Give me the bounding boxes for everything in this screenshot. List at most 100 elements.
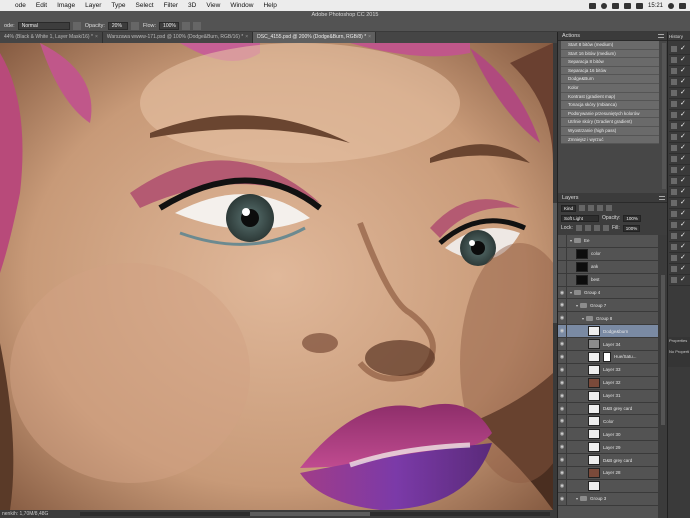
history-step[interactable]: ✓ — [669, 154, 690, 165]
layer-thumbnail[interactable] — [588, 326, 600, 337]
layer-row[interactable]: ◉ ▾ Group 3 — [558, 492, 658, 506]
visibility-eye-icon[interactable] — [558, 273, 567, 286]
history-step[interactable]: ✓ — [669, 176, 690, 187]
layer-filter-kind[interactable]: Kind — [561, 204, 577, 212]
layer-row[interactable]: ◉ D&B grey card — [558, 454, 658, 468]
visibility-eye-icon[interactable]: ◉ — [558, 479, 567, 492]
mode-select[interactable]: Normal — [17, 22, 70, 30]
history-step[interactable]: ✓ — [669, 231, 690, 242]
action-item[interactable]: Separacja 16 bitów — [561, 66, 659, 76]
volume-icon[interactable] — [623, 2, 631, 9]
wifi-icon[interactable] — [611, 2, 619, 9]
visibility-eye-icon[interactable]: ◉ — [558, 492, 567, 505]
fill-field[interactable]: 100% — [622, 224, 641, 232]
expand-caret-icon[interactable]: ▾ — [576, 303, 578, 308]
flow-field[interactable]: 100% — [159, 22, 180, 30]
mode-swatch-icon[interactable] — [72, 22, 81, 30]
panel-menu-icon[interactable] — [659, 196, 665, 200]
filter-type-icon[interactable] — [597, 205, 604, 211]
menu-layer[interactable]: Layer — [80, 0, 106, 11]
lock-pixels-icon[interactable] — [584, 225, 591, 231]
layer-row[interactable]: ◉ Layer 32 — [558, 376, 658, 390]
layer-thumbnail[interactable] — [588, 429, 600, 440]
layer-thumbnail[interactable] — [588, 403, 600, 414]
layer-row[interactable]: ank — [558, 260, 658, 274]
layer-row[interactable]: ◉ Layer 34 — [558, 338, 658, 352]
history-step[interactable]: ✓ — [669, 264, 690, 275]
history-step[interactable]: ✓ — [669, 275, 690, 286]
action-item[interactable]: Start 8 bitów (medium) — [561, 41, 659, 50]
layer-row[interactable]: ◉ Layer 31 — [558, 389, 658, 403]
layer-thumbnail[interactable] — [588, 455, 600, 466]
history-step[interactable]: ✓ — [669, 77, 690, 88]
history-step[interactable]: ✓ — [669, 132, 690, 143]
lock-position-icon[interactable] — [593, 225, 600, 231]
close-icon[interactable]: × — [95, 34, 98, 40]
visibility-eye-icon[interactable]: ◉ — [558, 338, 567, 351]
blend-mode-select[interactable]: Soft Light — [561, 214, 599, 222]
battery-icon[interactable] — [635, 2, 643, 9]
history-step[interactable]: ✓ — [669, 253, 690, 264]
visibility-eye-icon[interactable]: ◉ — [558, 454, 567, 467]
spotlight-icon[interactable] — [668, 2, 674, 9]
history-step[interactable]: ✓ — [669, 44, 690, 55]
history-step[interactable]: ✓ — [669, 198, 690, 209]
layer-thumbnail[interactable] — [588, 442, 600, 453]
history-panel-title[interactable]: History — [668, 32, 690, 41]
layer-row[interactable]: ◉ D&B grey card — [558, 402, 658, 416]
history-step[interactable]: ✓ — [669, 99, 690, 110]
layer-opacity-field[interactable]: 100% — [623, 214, 641, 222]
lock-transparent-icon[interactable] — [575, 225, 582, 231]
layer-thumbnail[interactable] — [588, 364, 600, 375]
layer-row[interactable]: ◉ Layer 28 — [558, 466, 658, 480]
menu-3d[interactable]: 3D — [183, 0, 201, 11]
layer-thumbnail[interactable] — [588, 416, 600, 427]
layer-thumbnail[interactable] — [588, 390, 600, 401]
visibility-eye-icon[interactable] — [558, 247, 567, 260]
history-step[interactable]: ✓ — [669, 88, 690, 99]
menu-image[interactable]: Image — [52, 0, 80, 11]
action-item[interactable]: Start 16 bitów (medium) — [561, 49, 659, 59]
action-item[interactable]: Zmniejsz i wyrzuć — [561, 135, 659, 145]
expand-caret-icon[interactable]: ▾ — [570, 238, 572, 243]
layers-scroll-thumb[interactable] — [661, 275, 665, 425]
visibility-eye-icon[interactable]: ◉ — [558, 376, 567, 389]
history-step[interactable]: ✓ — [669, 209, 690, 220]
layer-thumbnail[interactable] — [588, 480, 600, 491]
layer-thumbnail[interactable] — [576, 274, 588, 285]
visibility-eye-icon[interactable]: ◉ — [558, 312, 567, 325]
history-step[interactable]: ✓ — [669, 110, 690, 121]
actions-scrollbar[interactable] — [662, 43, 666, 189]
close-icon[interactable]: × — [245, 34, 248, 40]
menu-type[interactable]: Type — [106, 0, 130, 11]
visibility-eye-icon[interactable]: ◉ — [558, 299, 567, 312]
filter-shape-icon[interactable] — [606, 205, 613, 211]
visibility-eye-icon[interactable]: ◉ — [558, 428, 567, 441]
layer-row[interactable]: ◉ — [558, 479, 658, 493]
expand-caret-icon[interactable]: ▾ — [582, 316, 584, 321]
properties-panel-title[interactable]: Properties — [669, 338, 690, 343]
action-item[interactable]: Wyostrzanie (high pass) — [561, 126, 659, 136]
action-item[interactable]: Utrlnie skóry (Gradient gradient) — [561, 118, 659, 127]
actions-panel-header[interactable]: Actions — [558, 32, 667, 41]
image-canvas[interactable] — [0, 43, 553, 510]
visibility-eye-icon[interactable] — [558, 235, 567, 247]
visibility-eye-icon[interactable]: ◉ — [558, 363, 567, 376]
close-icon[interactable]: × — [368, 34, 371, 40]
layer-row[interactable]: ▾ Ee — [558, 235, 658, 248]
history-step[interactable]: ✓ — [669, 165, 690, 176]
canvas-horizontal-scrollbar[interactable] — [80, 512, 550, 516]
document-tab[interactable]: 44% (Black & White 1, Layer Mask/16) * × — [0, 32, 103, 43]
visibility-eye-icon[interactable]: ◉ — [558, 350, 567, 363]
layer-row[interactable]: ◉ Layer 33 — [558, 363, 658, 377]
layer-row[interactable]: ◉ Layer 29 — [558, 441, 658, 455]
expand-caret-icon[interactable]: ▾ — [576, 496, 578, 501]
action-item[interactable]: Podsrywanie przesuniętych kolorów — [561, 109, 659, 119]
panel-menu-icon[interactable] — [658, 34, 664, 38]
sync-icon[interactable] — [600, 2, 607, 9]
visibility-eye-icon[interactable]: ◉ — [558, 286, 567, 299]
layer-thumbnail[interactable] — [588, 351, 600, 362]
document-tab[interactable]: DSC_4155.psd @ 200% (Dodge&Burn, RGB/8) … — [253, 32, 377, 43]
menu-select[interactable]: Select — [131, 0, 159, 11]
lock-all-icon[interactable] — [602, 225, 609, 231]
